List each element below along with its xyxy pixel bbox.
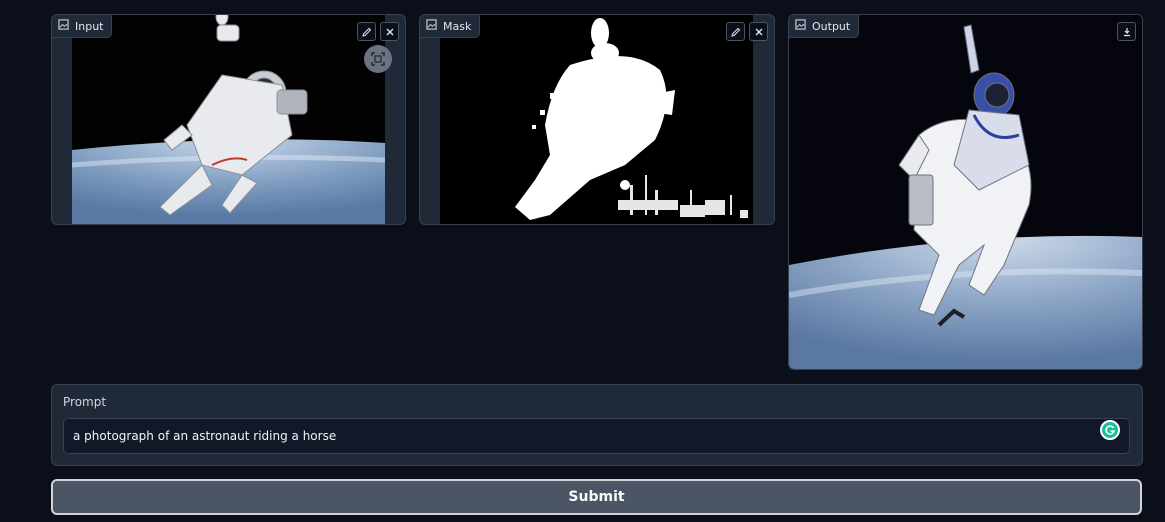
crop-button[interactable] <box>364 45 392 73</box>
output-image[interactable] <box>789 15 1142 369</box>
output-label-tag: Output <box>789 15 860 38</box>
mask-image-panel: Mask <box>419 14 775 225</box>
grammarly-icon <box>1105 425 1116 435</box>
prompt-textbox[interactable]: a photograph of an astronaut riding a ho… <box>63 418 1130 454</box>
submit-button[interactable]: Submit <box>51 479 1142 515</box>
input-label: Input <box>75 19 104 33</box>
crop-icon <box>371 52 385 66</box>
download-button[interactable] <box>1117 22 1136 41</box>
grammarly-button[interactable] <box>1100 420 1120 440</box>
prompt-label: Prompt <box>63 395 107 409</box>
input-label-tag: Input <box>52 15 113 38</box>
image-icon <box>426 19 437 33</box>
input-image-panel: Input <box>51 14 406 225</box>
clear-button[interactable] <box>380 22 399 41</box>
download-icon <box>1123 27 1130 36</box>
input-toolbar <box>357 22 399 41</box>
output-label: Output <box>812 19 851 33</box>
output-image-panel: Output <box>788 14 1143 370</box>
pencil-icon <box>361 27 371 37</box>
edit-button[interactable] <box>726 22 745 41</box>
mask-toolbar <box>726 22 768 41</box>
prompt-panel: Prompt a photograph of an astronaut ridi… <box>51 384 1143 466</box>
input-image[interactable] <box>72 15 385 224</box>
mask-label-tag: Mask <box>420 15 481 38</box>
mask-label: Mask <box>443 19 472 33</box>
mask-image[interactable] <box>440 15 753 224</box>
close-icon <box>755 28 762 35</box>
output-toolbar <box>1117 22 1136 41</box>
clear-button[interactable] <box>749 22 768 41</box>
pencil-icon <box>730 27 740 37</box>
close-icon <box>386 28 393 35</box>
image-icon <box>58 19 69 33</box>
edit-button[interactable] <box>357 22 376 41</box>
image-icon <box>795 19 806 33</box>
